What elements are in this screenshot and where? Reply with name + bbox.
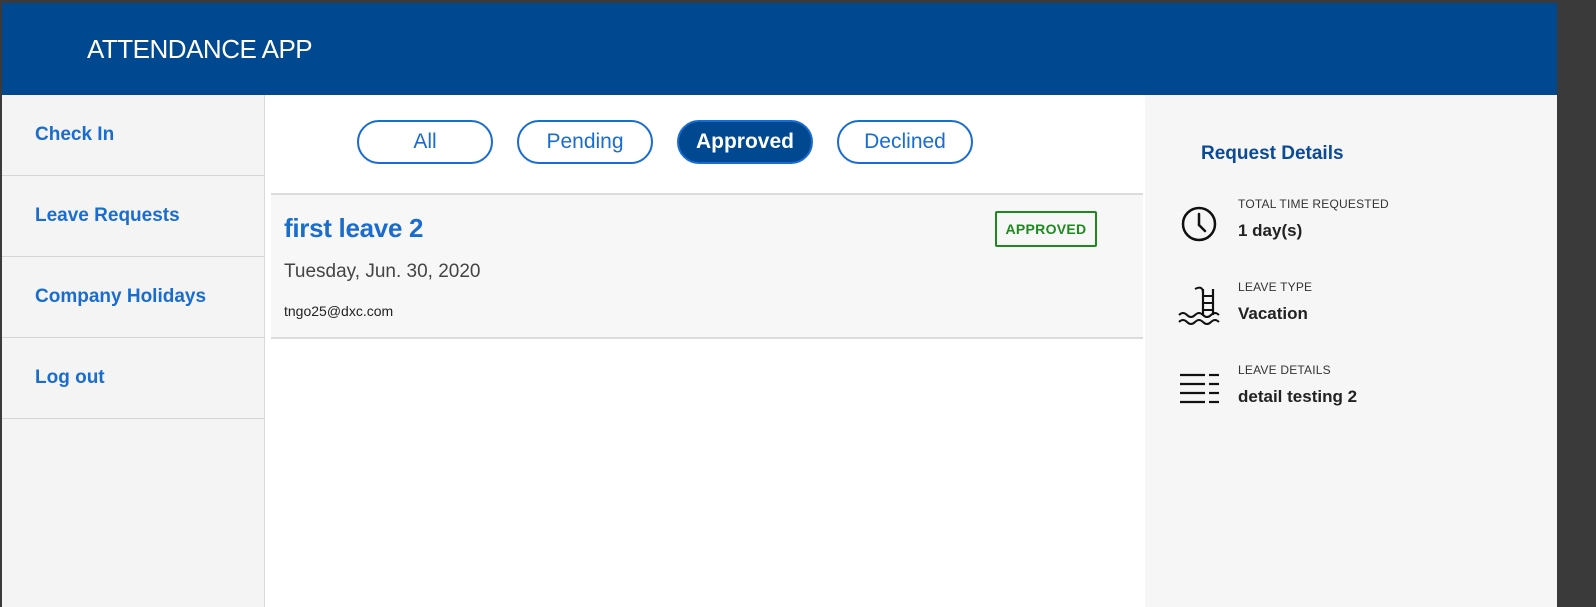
total-time-value: 1 day(s) [1238, 221, 1303, 240]
leave-request-card[interactable]: first leave 2 Tuesday, Jun. 30, 2020 tng… [271, 193, 1143, 339]
sidebar-item-leave-requests[interactable]: Leave Requests [2, 176, 264, 257]
request-title: first leave 2 [284, 213, 424, 243]
leave-type-label: LEAVE TYPE [1238, 280, 1313, 294]
leave-type-value: Vacation [1238, 304, 1308, 323]
status-badge: APPROVED [995, 211, 1097, 247]
filter-pending-button[interactable]: Pending [517, 120, 653, 164]
app-window: ATTENDANCE APP Check In Leave Requests C… [2, 3, 1557, 607]
main-content: All Pending Approved Declined first leav… [265, 95, 1145, 607]
detail-total-time: TOTAL TIME REQUESTED 1 day(s) [1177, 197, 1537, 257]
pool-ladder-icon [1177, 285, 1221, 329]
filter-all-button[interactable]: All [357, 120, 493, 164]
leave-details-label: LEAVE DETAILS [1238, 363, 1331, 377]
app-header: ATTENDANCE APP [2, 3, 1557, 95]
filter-declined-button[interactable]: Declined [837, 120, 973, 164]
detail-leave-details: LEAVE DETAILS detail testing 2 [1177, 363, 1537, 423]
total-time-label: TOTAL TIME REQUESTED [1238, 197, 1389, 211]
list-lines-icon [1177, 368, 1221, 412]
clock-icon [1177, 202, 1221, 246]
detail-leave-type: LEAVE TYPE Vacation [1177, 280, 1537, 340]
sidebar-item-log-out[interactable]: Log out [2, 338, 264, 419]
request-date: Tuesday, Jun. 30, 2020 [284, 261, 481, 282]
sidebar-item-company-holidays[interactable]: Company Holidays [2, 257, 264, 338]
status-filter-group: All Pending Approved Declined [357, 120, 973, 164]
sidebar-item-check-in[interactable]: Check In [2, 95, 264, 176]
sidebar: Check In Leave Requests Company Holidays… [2, 95, 265, 607]
request-email: tngo25@dxc.com [284, 303, 394, 319]
app-title: ATTENDANCE APP [87, 34, 313, 64]
request-details-panel: Request Details TOTAL TIME REQUESTED 1 d… [1145, 95, 1557, 607]
leave-details-value: detail testing 2 [1238, 387, 1358, 406]
window-scrollbar[interactable] [1557, 3, 1596, 607]
details-title: Request Details [1201, 143, 1344, 164]
filter-approved-button[interactable]: Approved [677, 120, 813, 164]
